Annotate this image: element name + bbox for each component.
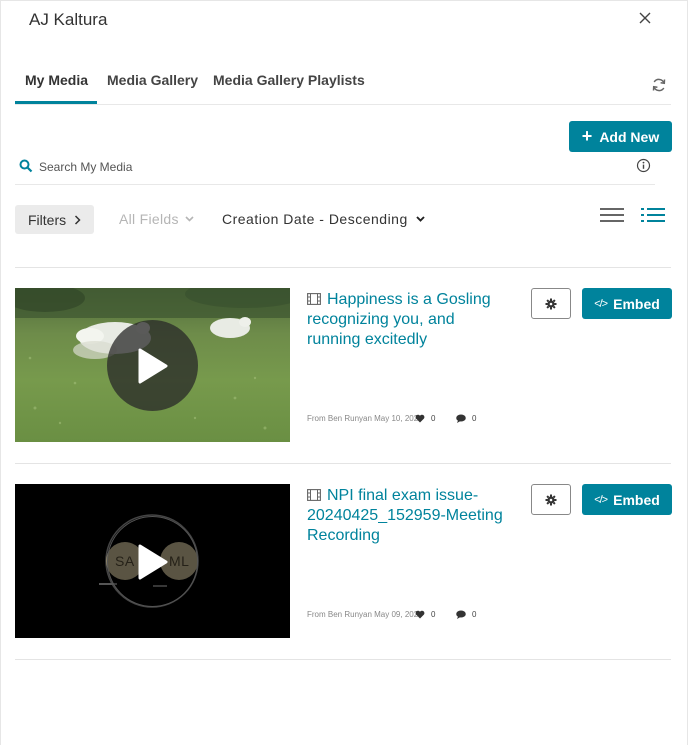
close-icon[interactable] (637, 10, 653, 26)
info-icon[interactable] (636, 158, 651, 173)
tab-media-gallery[interactable]: Media Gallery (107, 72, 198, 88)
code-icon: </> (594, 297, 608, 310)
detailed-view-icon[interactable] (641, 207, 665, 223)
fields-dropdown-label: All Fields (119, 211, 179, 227)
likes-count: 0 (415, 414, 435, 423)
likes-value: 0 (431, 414, 436, 423)
gear-icon (545, 494, 557, 505)
heart-icon (415, 414, 425, 423)
entry-settings-button[interactable] (531, 484, 571, 515)
play-icon (138, 544, 167, 579)
comments-count: 0 (456, 414, 476, 423)
entry-title-text: Happiness is a Gosling recognizing you, … (307, 291, 491, 348)
fields-dropdown[interactable]: All Fields (119, 211, 194, 227)
filters-label: Filters (28, 211, 67, 228)
list-divider (15, 659, 671, 660)
refresh-icon[interactable] (651, 77, 667, 93)
likes-value: 0 (431, 610, 436, 619)
embed-label: Embed (613, 295, 660, 312)
entry-thumbnail[interactable] (15, 288, 290, 442)
entry-meta: From Ben Runyan May 09, 2024 (307, 610, 423, 619)
entry-title-text: NPI final exam issue-20240425_152959-Mee… (307, 487, 503, 544)
sort-dropdown[interactable]: Creation Date - Descending (222, 211, 425, 227)
add-new-button[interactable]: + Add New (569, 121, 672, 152)
list-view-icon[interactable] (600, 207, 624, 223)
comment-icon (456, 610, 466, 619)
chevron-down-icon (416, 216, 425, 222)
search-bar (15, 150, 655, 185)
play-button[interactable] (107, 320, 198, 411)
embed-button[interactable]: </> Embed (582, 484, 672, 515)
comments-count: 0 (456, 610, 476, 619)
comments-value: 0 (472, 610, 477, 619)
entry-thumbnail[interactable]: SA ML (15, 484, 290, 638)
comment-icon (456, 414, 466, 423)
likes-count: 0 (415, 610, 435, 619)
entry-title-link[interactable]: Happiness is a Gosling recognizing you, … (307, 290, 507, 350)
plus-icon: + (581, 125, 593, 146)
panel-title: AJ Kaltura (29, 10, 108, 29)
tab-bar: My Media Media Gallery Media Gallery Pla… (15, 61, 671, 105)
heart-icon (415, 610, 425, 619)
tab-my-media[interactable]: My Media (25, 72, 88, 88)
sort-dropdown-label: Creation Date - Descending (222, 211, 408, 227)
filters-button[interactable]: Filters (15, 205, 94, 234)
comments-value: 0 (472, 414, 477, 423)
video-type-icon (307, 293, 321, 305)
entry-settings-button[interactable] (531, 288, 571, 319)
search-icon (19, 159, 33, 173)
list-divider (15, 463, 671, 464)
search-input[interactable] (39, 156, 599, 178)
video-type-icon (307, 489, 321, 501)
play-icon (138, 348, 167, 383)
chevron-down-icon (185, 216, 194, 222)
list-divider (15, 267, 671, 268)
chevron-right-icon (75, 214, 81, 225)
entry-title-link[interactable]: NPI final exam issue-20240425_152959-Mee… (307, 486, 507, 546)
active-tab-indicator (15, 101, 97, 104)
gear-icon (545, 298, 557, 309)
add-new-label: Add New (599, 128, 660, 145)
embed-button[interactable]: </> Embed (582, 288, 672, 319)
code-icon: </> (594, 493, 608, 506)
media-panel: AJ Kaltura My Media Media Gallery Media … (0, 0, 688, 745)
embed-label: Embed (613, 491, 660, 508)
tab-media-gallery-playlists[interactable]: Media Gallery Playlists (213, 72, 365, 88)
entry-meta: From Ben Runyan May 10, 2024 (307, 414, 423, 423)
play-button[interactable] (107, 516, 198, 607)
